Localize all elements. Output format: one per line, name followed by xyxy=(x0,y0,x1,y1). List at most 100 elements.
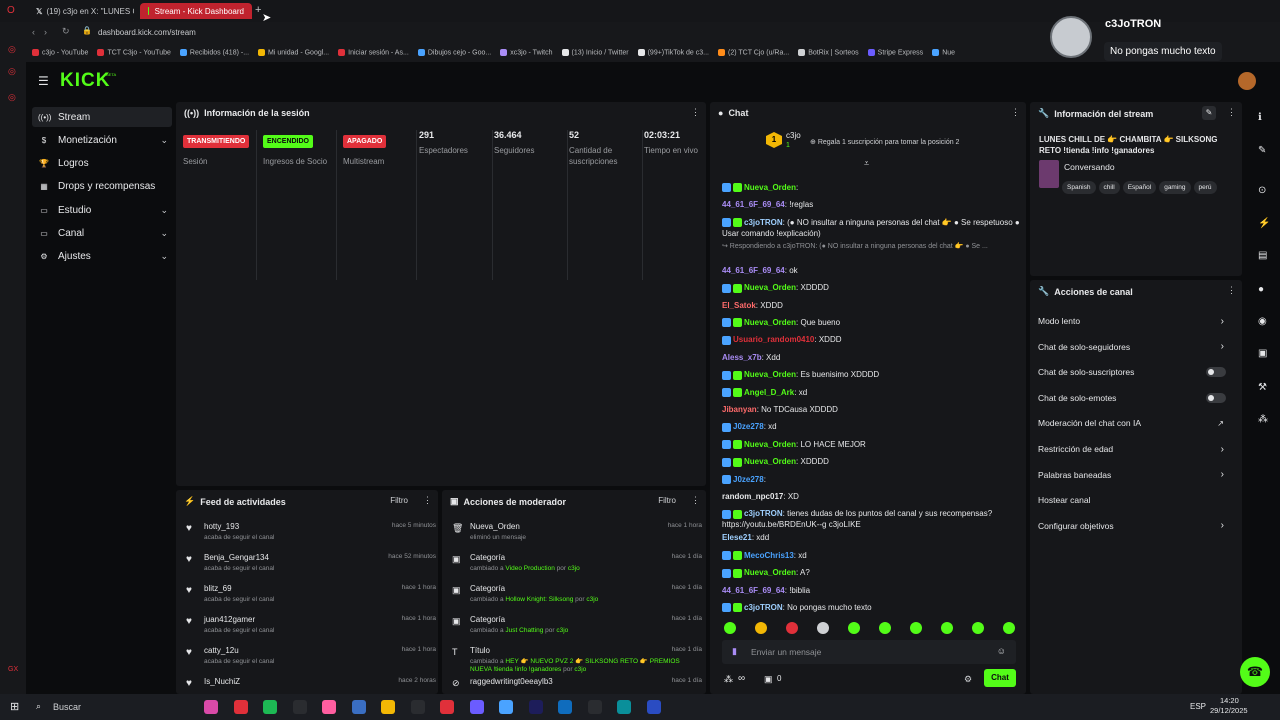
chat-username[interactable]: Elese21 xyxy=(722,533,752,542)
feed-item[interactable]: ♥ Is_NuchiZ hace 2 horas xyxy=(184,675,436,694)
chat-username[interactable]: Angel_D_Ark xyxy=(744,388,794,397)
chat-username[interactable]: random_npc017 xyxy=(722,492,783,501)
chat-message[interactable]: Nueva_Orden: xyxy=(722,182,1022,193)
gx-icon[interactable]: GX xyxy=(8,666,18,673)
bookmark-item[interactable]: Nue xyxy=(932,49,955,57)
chat-message[interactable]: Nueva_Orden: Es buenisimo XDDDD xyxy=(722,369,1022,380)
chat-message[interactable]: Nueva_Orden: A? xyxy=(722,567,1022,578)
kebab-icon[interactable]: ⋮ xyxy=(1011,107,1020,118)
emote-icon[interactable] xyxy=(755,622,767,634)
nav-item-estudio[interactable]: ▭ Estudio ⌄ xyxy=(32,200,172,220)
taskbar-app-icon[interactable] xyxy=(351,700,366,714)
pencil-icon[interactable]: ✎ xyxy=(1258,145,1266,156)
bookmark-item[interactable]: Recibidos (418) -... xyxy=(179,49,249,57)
chat-icon[interactable]: ● xyxy=(1258,284,1264,295)
language-indicator[interactable]: ESP xyxy=(1190,702,1206,711)
chat-username[interactable]: 44_61_6F_69_64 xyxy=(722,200,785,209)
toggle-switch[interactable] xyxy=(1206,392,1226,403)
clock-time[interactable]: 14:20 xyxy=(1220,696,1239,705)
broadcast-icon[interactable]: ◉ xyxy=(1258,316,1267,327)
chat-username[interactable]: Nueva_Orden xyxy=(744,318,796,327)
windows-start-icon[interactable]: ⊞ xyxy=(10,700,19,713)
chat-username[interactable]: c3joTRON xyxy=(744,218,783,227)
stream-tag[interactable]: perú xyxy=(1193,181,1217,194)
kebab-icon[interactable]: ⋮ xyxy=(691,107,700,118)
whatsapp-icon[interactable]: ◎ xyxy=(8,92,16,103)
chat-username[interactable]: Usuario_random0410 xyxy=(733,335,814,344)
mod-action-item[interactable]: ▣ Categoría cambiado a Hollow Knight: Silk… xyxy=(450,582,702,612)
chat-settings-icon[interactable]: ⚙ xyxy=(964,674,972,685)
messenger-icon[interactable]: ◎ xyxy=(8,44,16,55)
chat-message[interactable]: Nueva_Orden: XDDDD xyxy=(722,282,1022,293)
nav-item-drops[interactable]: ▦ Drops y recompensas xyxy=(32,177,172,197)
bookmark-item[interactable]: Stripe Express xyxy=(867,49,923,57)
bookmark-item[interactable]: c3jo - YouTube xyxy=(32,49,88,57)
chat-message[interactable]: c3joTRON: (● NO insultar a ninguna perso… xyxy=(722,217,1022,239)
chat-message[interactable]: El_Satok: XDDD xyxy=(722,300,1022,311)
chat-message[interactable]: J0ze278: xd xyxy=(722,421,1022,432)
users-icon[interactable]: ⁂ xyxy=(1258,414,1268,425)
kebab-icon[interactable]: ⋮ xyxy=(1227,107,1236,118)
chat-username[interactable]: J0ze278 xyxy=(733,475,764,484)
chat-input[interactable]: ▮ Enviar un mensaje ☺ xyxy=(722,640,1016,664)
clock-date[interactable]: 29/12/2025 xyxy=(1210,706,1248,715)
edit-icon[interactable]: ✎ xyxy=(1202,106,1216,120)
bookmark-item[interactable]: (99+)TikTok de c3... xyxy=(637,49,709,57)
chat-message[interactable]: 44_61_6F_69_64: !reglas xyxy=(722,199,1022,210)
chat-username[interactable]: c3joTRON xyxy=(744,509,783,518)
instagram-icon[interactable]: ◎ xyxy=(8,66,16,77)
browser-tab-kick[interactable]: Stream - Kick Dashboard xyxy=(140,3,252,19)
emote-icon[interactable] xyxy=(724,622,736,634)
nav-item-canal[interactable]: ▭ Canal ⌄ xyxy=(32,224,172,244)
mod-icon[interactable]: ▣ xyxy=(1258,348,1267,359)
emote-icon[interactable] xyxy=(910,622,922,634)
kebab-icon[interactable]: ⋮ xyxy=(1227,285,1236,296)
chat-message[interactable]: Jibanyan: No TDCausa XDDDD xyxy=(722,404,1022,415)
channel-action-chat-de-solo-suscriptores[interactable]: Chat de solo-suscriptores xyxy=(1038,363,1234,381)
collapse-icon[interactable]: ⩡ xyxy=(864,158,869,169)
emoji-icon[interactable]: ☺ xyxy=(997,646,1006,656)
chat-username[interactable]: 44_61_6F_69_64 xyxy=(722,266,785,275)
chat-username[interactable]: Nueva_Orden xyxy=(744,283,796,292)
chat-username[interactable]: MecoChris13 xyxy=(744,551,794,560)
emote-icon[interactable] xyxy=(786,622,798,634)
feed-item[interactable]: ♥ juan412gamer acaba de seguir el canal hac… xyxy=(184,613,436,643)
emote-icon[interactable] xyxy=(1003,622,1015,634)
chat-message[interactable]: Usuario_random0410: XDDD xyxy=(722,334,1022,345)
bookmark-item[interactable]: (2) TCT Cjo (u/Ra... xyxy=(718,49,789,57)
feed-item[interactable]: ♥ Benja_Gengar134 acaba de seguir el canal… xyxy=(184,551,436,581)
user-avatar[interactable] xyxy=(1238,72,1256,90)
bookmark-item[interactable]: TCT C3jo - YouTube xyxy=(97,49,171,57)
emote-icon[interactable] xyxy=(941,622,953,634)
mod-action-item[interactable]: ⊘ raggedwritingt0eeaylb3 hace 1 día xyxy=(450,675,702,694)
stream-tag[interactable]: gaming xyxy=(1159,181,1191,194)
kebab-icon[interactable]: ⋮ xyxy=(423,495,432,506)
chat-username[interactable]: c3joTRON xyxy=(744,603,783,612)
mod-filter-button[interactable]: Filtro xyxy=(658,496,676,505)
bookmark-item[interactable]: (13) Inicio / Twitter xyxy=(561,49,629,57)
nav-item-logros[interactable]: 🏆 Logros xyxy=(32,154,172,174)
channel-action-chat-de-solo-emotes[interactable]: Chat de solo-emotes xyxy=(1038,389,1234,407)
gift-prompt[interactable]: ⊕ Regala 1 suscripción para tomar la pos… xyxy=(810,138,959,146)
menu-icon[interactable]: ☰ xyxy=(38,74,49,88)
chat-send-button[interactable]: Chat xyxy=(984,669,1016,687)
taskbar-app-icon[interactable] xyxy=(646,700,661,714)
taskbar-app-icon[interactable] xyxy=(292,700,307,714)
nav-item-ajustes[interactable]: ⚙ Ajustes ⌄ xyxy=(32,247,172,267)
channel-action-modo-lento[interactable]: Modo lento › xyxy=(1038,312,1234,330)
mic-icon[interactable]: ▮ xyxy=(732,646,737,657)
back-icon[interactable]: ‹ xyxy=(32,27,35,37)
bookmark-item[interactable]: Iniciar sesión - As... xyxy=(338,49,409,57)
chat-username[interactable]: Aless_x7b xyxy=(722,353,762,362)
opera-logo-icon[interactable]: O xyxy=(7,5,15,16)
bookmark-item[interactable]: Dibujos cejo - Goo... xyxy=(417,49,491,57)
chat-username[interactable]: Nueva_Orden xyxy=(744,183,796,192)
channel-action-moderaci-n-del-chat-con-ia[interactable]: Moderación del chat con IA ↗ xyxy=(1038,414,1234,432)
help-chat-button[interactable]: ☎ xyxy=(1240,657,1270,687)
target-icon[interactable]: ⊙ xyxy=(1258,185,1266,196)
stream-tag[interactable]: chill xyxy=(1098,181,1120,194)
channel-action-hostear-canal[interactable]: Hostear canal xyxy=(1038,491,1234,509)
kick-logo[interactable]: KICK xyxy=(60,70,110,92)
chat-message[interactable]: c3joTRON: No pongas mucho texto xyxy=(722,602,1022,613)
stream-tag[interactable]: Spanish xyxy=(1062,181,1096,194)
